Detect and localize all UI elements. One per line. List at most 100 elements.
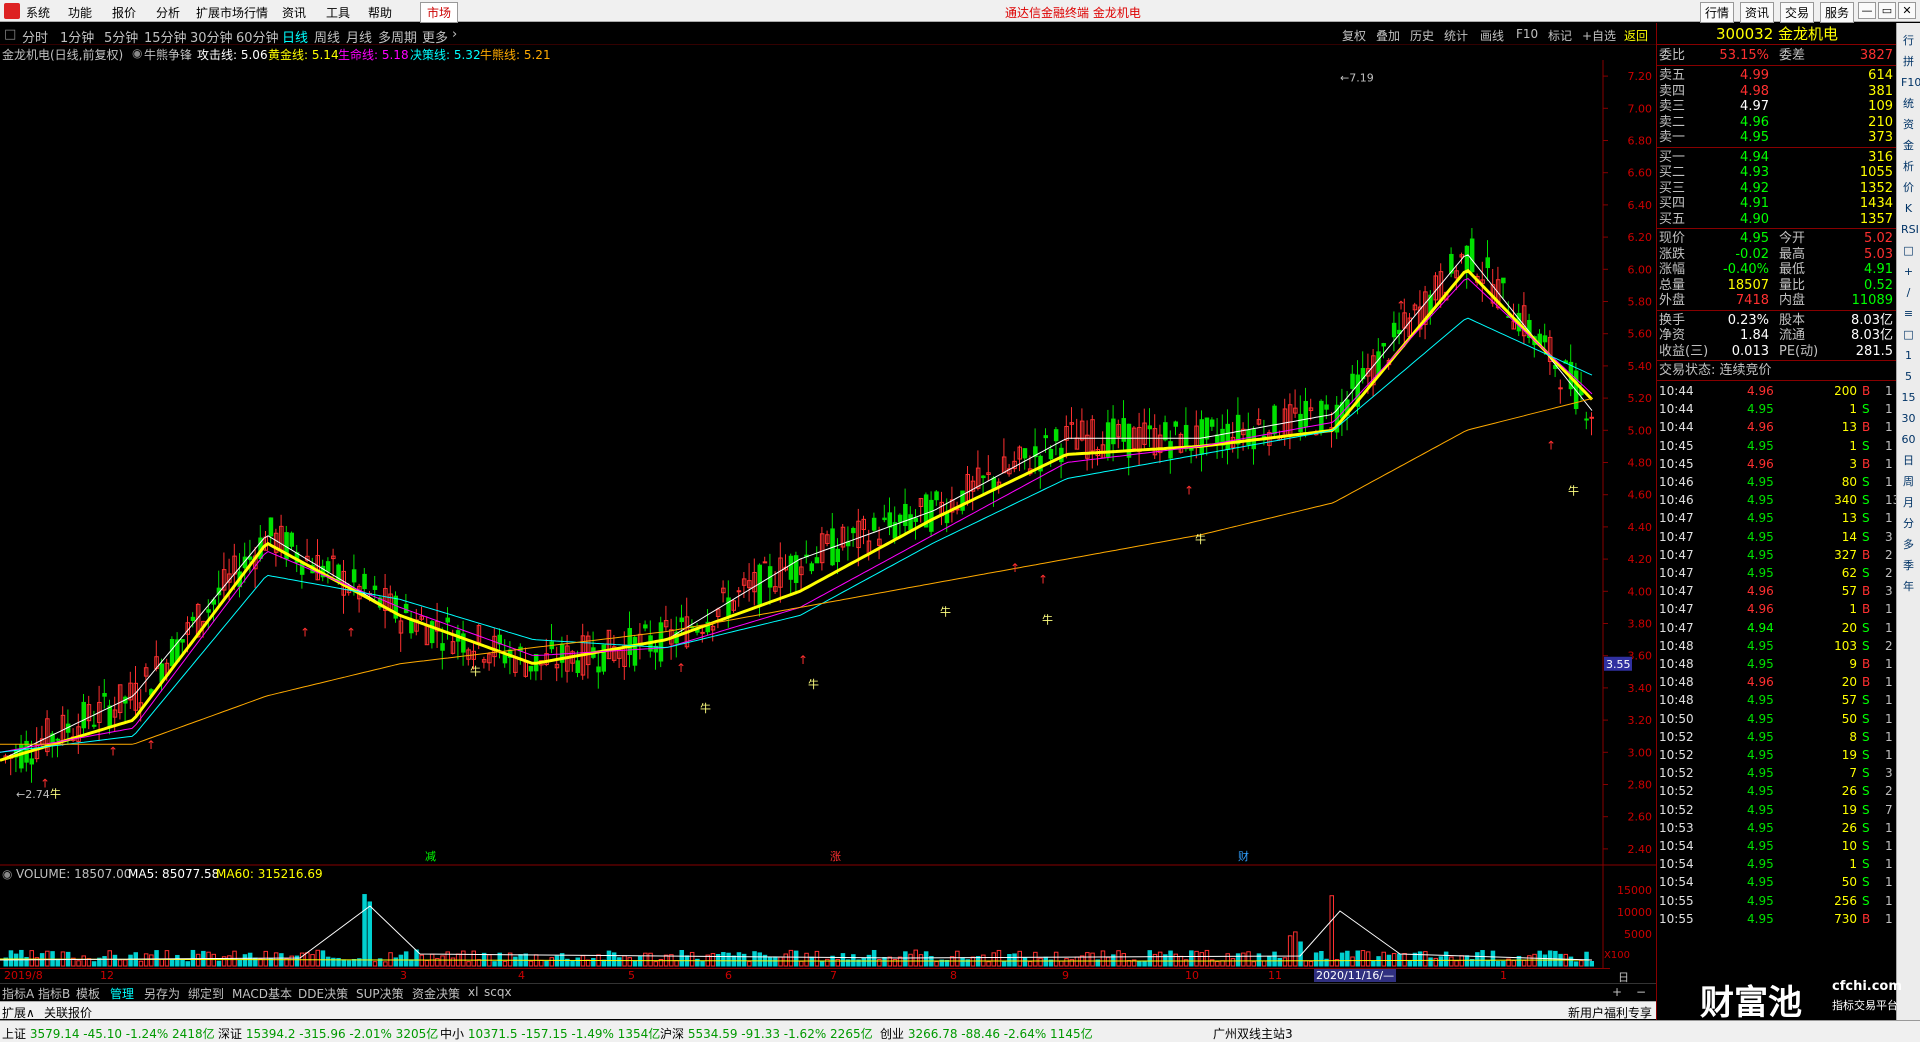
volume-bar (8, 950, 14, 967)
menu-system[interactable]: 系统 (26, 4, 50, 21)
indicator-dropdown-icon[interactable]: ◉ (132, 46, 142, 60)
top-button-service[interactable]: 服务 (1820, 2, 1855, 23)
tab-macd[interactable]: MACD基本 (232, 985, 292, 1002)
tab-scqx[interactable]: scqx (484, 985, 512, 999)
new-user-promo[interactable]: 新用户福利专享 (1568, 1004, 1652, 1021)
side-tool-icon[interactable]: F10 (1901, 75, 1920, 90)
top-button-market[interactable]: 行情 (1700, 2, 1735, 23)
side-tool-icon[interactable]: 季 (1901, 558, 1916, 573)
side-tool-icon[interactable]: 日 (1901, 453, 1916, 468)
server-name[interactable]: 广州双线主站3 (1213, 1025, 1293, 1042)
tab-period-30min[interactable]: 30分钟 (190, 27, 233, 46)
tab-manage[interactable]: 管理 (110, 985, 134, 1002)
side-tool-icon[interactable]: + (1901, 264, 1916, 279)
side-tool-icon[interactable]: 1 (1901, 348, 1916, 363)
side-tool-icon[interactable]: 行 (1901, 33, 1916, 48)
index-cy[interactable]: 创业 3266.78 -88.46 -2.64% 1145亿 (880, 1025, 1093, 1042)
button-add-watchlist[interactable]: +自选 (1582, 27, 1616, 44)
side-tool-icon[interactable]: 资 (1901, 117, 1916, 132)
tab-period-1min[interactable]: 1分钟 (60, 27, 94, 46)
tab-period-15min[interactable]: 15分钟 (144, 27, 187, 46)
button-mark[interactable]: 标记 (1548, 27, 1572, 44)
tab-template[interactable]: 模板 (76, 985, 100, 1002)
tick-row: 10:54 4.95 1 S 1 (1657, 855, 1897, 873)
tab-period-more[interactable]: 更多 (422, 27, 448, 46)
x-tick: 12 (100, 969, 114, 982)
maximize-icon[interactable]: ▭ (1878, 2, 1896, 19)
button-stats[interactable]: 统计 (1444, 27, 1468, 44)
tab-period-daily[interactable]: 日线 (282, 27, 308, 46)
tab-sup[interactable]: SUP决策 (356, 985, 404, 1002)
tab-indicator-b[interactable]: 指标B (38, 985, 70, 1002)
side-tool-icon[interactable]: □ (1901, 327, 1916, 342)
index-zx[interactable]: 中小 10371.5 -157.15 -1.49% 1354亿 (440, 1025, 660, 1042)
menu-analysis[interactable]: 分析 (156, 4, 180, 21)
button-history[interactable]: 历史 (1410, 27, 1434, 44)
toolbar-toggle-icon[interactable]: □ (4, 27, 16, 42)
kline-chart[interactable]: 7.20 7.00 6.80 6.60 6.40 6.20 6.00 5.80 5.60 5.40… (0, 60, 1656, 866)
side-tool-icon[interactable]: 金 (1901, 138, 1916, 153)
side-tool-icon[interactable]: ∕ (1901, 285, 1916, 300)
tab-period-weekly[interactable]: 周线 (314, 27, 340, 46)
menu-news[interactable]: 资讯 (282, 4, 306, 21)
related-quote[interactable]: 关联报价 (44, 1004, 92, 1021)
menu-function[interactable]: 功能 (68, 4, 92, 21)
menu-tools[interactable]: 工具 (326, 4, 350, 21)
button-fuquan[interactable]: 复权 (1342, 27, 1366, 44)
ext-toggle[interactable]: 扩展∧ (2, 1004, 35, 1021)
volume-bar (1339, 952, 1345, 967)
tab-xl[interactable]: xl (468, 985, 478, 999)
tab-save-as[interactable]: 另存为 (144, 985, 180, 1002)
side-tool-icon[interactable]: 30 (1901, 411, 1916, 426)
side-tool-icon[interactable]: 拼 (1901, 54, 1916, 69)
side-tool-icon[interactable]: 15 (1901, 390, 1916, 405)
button-back[interactable]: 返回 (1624, 27, 1648, 44)
volume-chart[interactable]: 15000 10000 5000 X100 (0, 866, 1656, 968)
menu-help[interactable]: 帮助 (368, 4, 392, 21)
tab-period-multi[interactable]: 多周期 (378, 27, 417, 46)
button-overlay[interactable]: 叠加 (1376, 27, 1400, 44)
index-hs[interactable]: 沪深 5534.59 -91.33 -1.62% 2265亿 (660, 1025, 873, 1042)
menu-ext-market[interactable]: 扩展市场行情 (196, 4, 268, 21)
top-button-news[interactable]: 资讯 (1740, 2, 1775, 23)
side-tool-icon[interactable]: 多 (1901, 537, 1916, 552)
menu-quote[interactable]: 报价 (112, 4, 136, 21)
side-tool-icon[interactable]: 60 (1901, 432, 1916, 447)
index-sh[interactable]: 上证 3579.14 -45.10 -1.24% 2418亿 (2, 1025, 215, 1042)
side-tool-icon[interactable]: 5 (1901, 369, 1916, 384)
tab-dde[interactable]: DDE决策 (298, 985, 348, 1002)
index-sz[interactable]: 深证 15394.2 -315.96 -2.01% 3205亿 (218, 1025, 438, 1042)
button-f10[interactable]: F10 (1516, 27, 1538, 41)
side-tool-icon[interactable]: □ (1901, 243, 1916, 258)
minimize-icon[interactable]: — (1858, 2, 1876, 19)
button-draw[interactable]: 画线 (1480, 27, 1504, 44)
tab-period-60min[interactable]: 60分钟 (236, 27, 279, 46)
side-tool-icon[interactable]: 月 (1901, 495, 1916, 510)
candle-body (1381, 343, 1386, 347)
side-tool-icon[interactable]: RSI (1901, 222, 1919, 237)
zoom-in-icon[interactable]: + (1612, 985, 1622, 999)
tab-period-fenshi[interactable]: 分时 (22, 27, 48, 46)
side-tool-icon[interactable]: 析 (1901, 159, 1916, 174)
tick-count: 1 (1885, 875, 1893, 890)
side-tool-icon[interactable]: K (1901, 201, 1916, 216)
side-tool-icon[interactable]: 年 (1901, 579, 1916, 594)
side-tool-icon[interactable]: 价 (1901, 180, 1916, 195)
tab-indicator-a[interactable]: 指标A (2, 985, 34, 1002)
tab-period-5min[interactable]: 5分钟 (104, 27, 138, 46)
side-tool-icon[interactable]: 统 (1901, 96, 1916, 111)
zoom-out-icon[interactable]: − (1636, 985, 1646, 999)
side-tool-icon[interactable]: 周 (1901, 474, 1916, 489)
tab-period-monthly[interactable]: 月线 (346, 27, 372, 46)
tick-row: 10:55 4.95 730 B 1 (1657, 910, 1897, 928)
tab-bind-to[interactable]: 绑定到 (188, 985, 224, 1002)
side-tool-icon[interactable]: 分 (1901, 516, 1916, 531)
chevron-right-icon[interactable]: › (452, 27, 457, 42)
buy-arrow-icon: ↑ (40, 777, 50, 791)
market-tab[interactable]: 市场 (420, 2, 459, 23)
tab-capital[interactable]: 资金决策 (412, 985, 460, 1002)
side-tool-icon[interactable]: ≡ (1901, 306, 1916, 321)
top-button-trade[interactable]: 交易 (1780, 2, 1815, 23)
volume-bar (814, 950, 820, 967)
close-icon[interactable]: ✕ (1898, 2, 1916, 19)
